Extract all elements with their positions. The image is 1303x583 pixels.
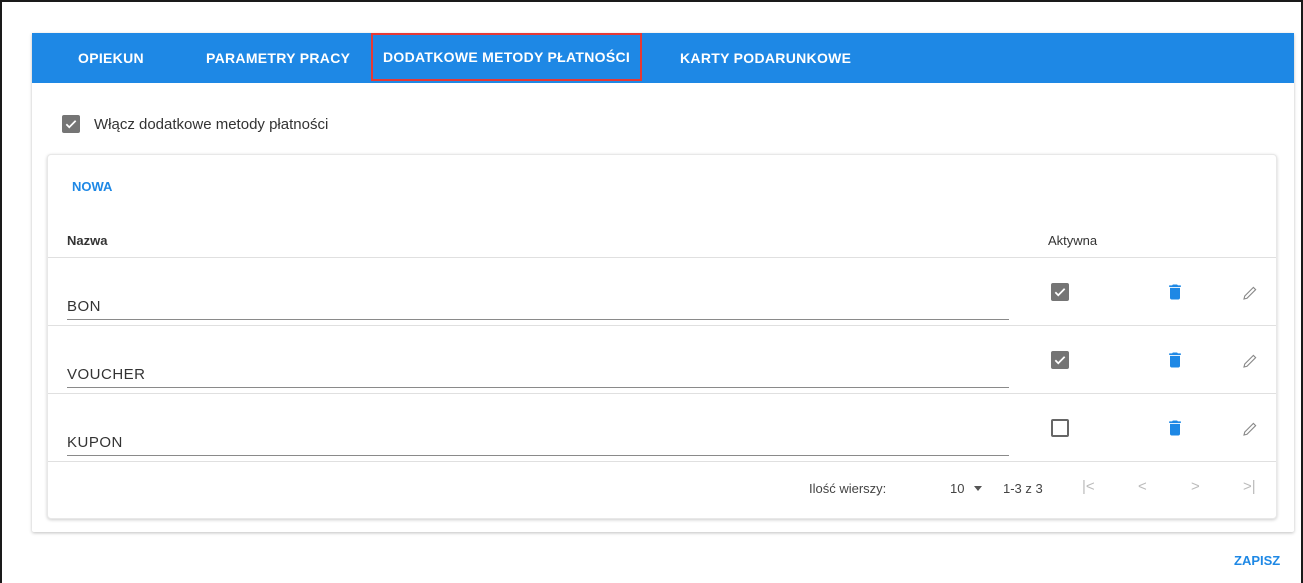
enable-payment-methods-row: Włącz dodatkowe metody płatności <box>62 115 328 133</box>
name-field-value: BON <box>67 298 102 315</box>
check-icon <box>65 120 77 129</box>
tab-opiekun[interactable]: OPIEKUN <box>68 33 154 83</box>
trash-icon[interactable] <box>1165 282 1185 302</box>
active-checkbox[interactable] <box>1051 283 1069 301</box>
pencil-icon[interactable] <box>1241 352 1259 370</box>
tab-parametry-pracy[interactable]: PARAMETRY PRACY <box>196 33 360 83</box>
settings-card: OPIEKUN PARAMETRY PRACY DODATKOWE METODY… <box>32 33 1294 532</box>
name-field[interactable]: KUPON <box>67 430 1009 456</box>
tab-karty-podarunkowe[interactable]: KARTY PODARUNKOWE <box>670 33 861 83</box>
tab-dodatkowe-metody-platnosci[interactable]: DODATKOWE METODY PŁATNOŚCI <box>371 33 643 81</box>
name-field-value: KUPON <box>67 434 123 451</box>
enable-payment-methods-label: Włącz dodatkowe metody płatności <box>94 115 329 133</box>
table-row: BON <box>48 258 1276 326</box>
rows-per-page-select[interactable]: 10 <box>950 481 964 496</box>
active-checkbox[interactable] <box>1051 419 1069 437</box>
name-field-value: VOUCHER <box>67 366 146 383</box>
first-page-icon[interactable]: |< <box>1082 478 1095 495</box>
trash-icon[interactable] <box>1165 418 1185 438</box>
tab-bar: OPIEKUN PARAMETRY PRACY DODATKOWE METODY… <box>32 33 1294 83</box>
save-button[interactable]: ZAPISZ <box>1234 553 1280 568</box>
column-header-name: Nazwa <box>67 233 108 248</box>
payment-methods-table: NOWA Nazwa Aktywna BON VOUCHER KUPON Ilo… <box>47 154 1277 519</box>
new-button[interactable]: NOWA <box>72 179 112 194</box>
check-icon <box>1054 356 1066 365</box>
pencil-icon[interactable] <box>1241 420 1259 438</box>
pencil-icon[interactable] <box>1241 284 1259 302</box>
check-icon <box>1054 288 1066 297</box>
page-range: 1-3 z 3 <box>1003 481 1043 496</box>
rows-per-page-label: Ilość wierszy: <box>809 481 887 496</box>
name-field[interactable]: VOUCHER <box>67 362 1009 388</box>
table-row: VOUCHER <box>48 326 1276 394</box>
column-header-active: Aktywna <box>1048 233 1098 248</box>
next-page-icon[interactable]: > <box>1191 478 1200 495</box>
last-page-icon[interactable]: >| <box>1243 478 1256 495</box>
enable-payment-methods-checkbox[interactable] <box>62 115 80 133</box>
table-row: KUPON <box>48 394 1276 462</box>
prev-page-icon[interactable]: < <box>1138 478 1147 495</box>
active-checkbox[interactable] <box>1051 351 1069 369</box>
trash-icon[interactable] <box>1165 350 1185 370</box>
name-field[interactable]: BON <box>67 294 1009 320</box>
pagination: Ilość wierszy: 10 1-3 z 3 |< < > >| <box>48 462 1276 518</box>
caret-down-icon[interactable] <box>974 486 982 491</box>
